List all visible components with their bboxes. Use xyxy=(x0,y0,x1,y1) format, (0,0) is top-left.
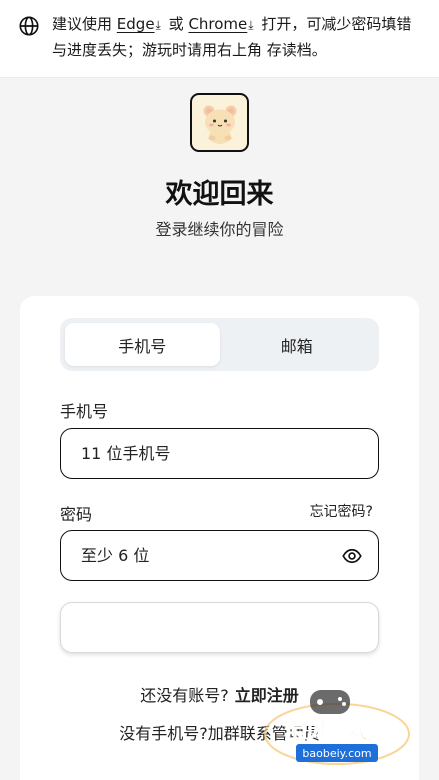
globe-icon xyxy=(19,16,39,36)
eye-icon[interactable] xyxy=(342,546,362,566)
tab-email[interactable]: 邮箱 xyxy=(220,323,375,366)
chrome-link[interactable]: Chrome xyxy=(188,15,247,33)
password-field-box xyxy=(60,530,379,581)
page-title: 欢迎回来 xyxy=(165,179,274,210)
contact-prompt: 没有手机号? xyxy=(119,724,208,743)
tab-phone[interactable]: 手机号 xyxy=(65,323,220,366)
password-input[interactable] xyxy=(81,546,321,565)
notice-pre: 建议使用 xyxy=(52,15,113,33)
bear-logo xyxy=(190,93,249,152)
download-icon: ⤓ xyxy=(155,18,161,32)
signup-prompt: 还没有账号? xyxy=(140,686,229,705)
phone-label: 手机号 xyxy=(60,402,109,421)
phone-input[interactable] xyxy=(81,444,321,463)
notice-text: 建议使用 Edge⤓ 或 Chrome⤓ 打开，可减少密码填错与进度丢失；游玩时… xyxy=(52,12,425,63)
contact-admin-link[interactable]: 加群联系管理员 xyxy=(208,724,320,743)
edge-link[interactable]: Edge xyxy=(117,15,155,33)
phone-field-box xyxy=(60,428,379,479)
contact-row: 没有手机号?加群联系管理员 xyxy=(0,720,439,744)
login-method-tabs: 手机号 邮箱 xyxy=(60,318,379,371)
browser-notice: 建议使用 Edge⤓ 或 Chrome⤓ 打开，可减少密码填错与进度丢失；游玩时… xyxy=(0,0,439,78)
captcha-widget[interactable] xyxy=(60,602,379,653)
download-icon: ⤓ xyxy=(248,18,254,32)
notice-or: 或 xyxy=(168,15,184,33)
signup-link[interactable]: 立即注册 xyxy=(235,686,299,705)
forgot-password-link[interactable]: 忘记密码? xyxy=(310,501,373,521)
bear-icon xyxy=(203,105,236,144)
page-subtitle: 登录继续你的冒险 xyxy=(155,220,284,239)
password-label: 密码 xyxy=(60,505,93,524)
signup-row: 还没有账号? 立即注册 xyxy=(0,682,439,706)
